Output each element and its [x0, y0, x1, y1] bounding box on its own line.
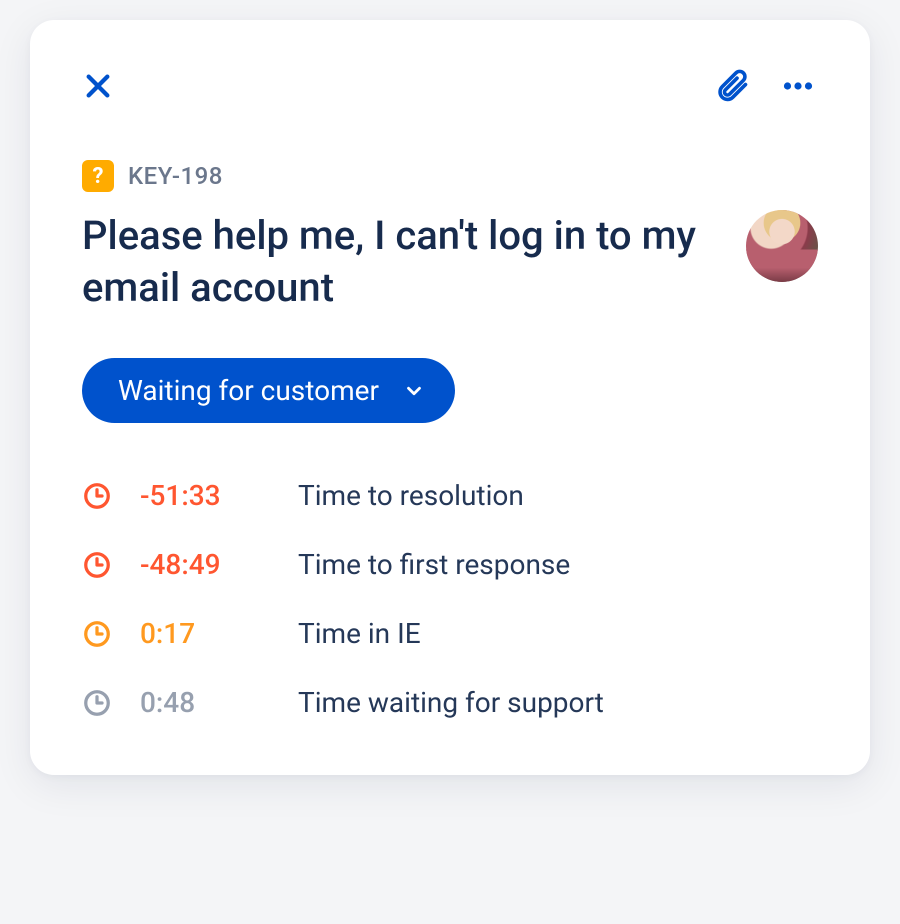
sla-row-resolution: -51:33 Time to resolution	[82, 479, 818, 512]
issue-title: Please help me, I can't log in to my ema…	[82, 210, 722, 314]
sla-value: 0:48	[140, 686, 280, 719]
paperclip-icon	[714, 68, 750, 104]
sla-label: Time to resolution	[298, 479, 818, 512]
header-actions	[714, 68, 818, 104]
clock-icon	[82, 688, 122, 718]
sla-value: -51:33	[140, 479, 280, 512]
sla-row-first-response: -48:49 Time to first response	[82, 548, 818, 581]
sla-label: Time waiting for support	[298, 686, 818, 719]
issue-meta: ? KEY-198	[82, 160, 818, 192]
clock-icon	[82, 550, 122, 580]
attach-button[interactable]	[714, 68, 750, 104]
issue-card: ? KEY-198 Please help me, I can't log in…	[30, 20, 870, 775]
title-row: Please help me, I can't log in to my ema…	[82, 210, 818, 314]
chevron-down-icon	[403, 380, 425, 402]
question-icon: ?	[93, 164, 104, 189]
close-icon	[82, 70, 114, 102]
issue-key[interactable]: KEY-198	[128, 162, 223, 190]
status-label: Waiting for customer	[118, 374, 379, 407]
more-icon	[778, 68, 818, 104]
close-button[interactable]	[82, 70, 114, 102]
clock-icon	[82, 481, 122, 511]
sla-row-waiting-support: 0:48 Time waiting for support	[82, 686, 818, 719]
sla-list: -51:33 Time to resolution -48:49 Time to…	[82, 479, 818, 719]
sla-row-in-ie: 0:17 Time in IE	[82, 617, 818, 650]
more-actions-button[interactable]	[778, 68, 818, 104]
sla-label: Time to first response	[298, 548, 818, 581]
reporter-avatar[interactable]	[746, 210, 818, 282]
issue-type-badge: ?	[82, 160, 114, 192]
sla-value: -48:49	[140, 548, 280, 581]
sla-value: 0:17	[140, 617, 280, 650]
status-dropdown[interactable]: Waiting for customer	[82, 358, 455, 423]
sla-label: Time in IE	[298, 617, 818, 650]
clock-icon	[82, 619, 122, 649]
card-header	[82, 68, 818, 104]
